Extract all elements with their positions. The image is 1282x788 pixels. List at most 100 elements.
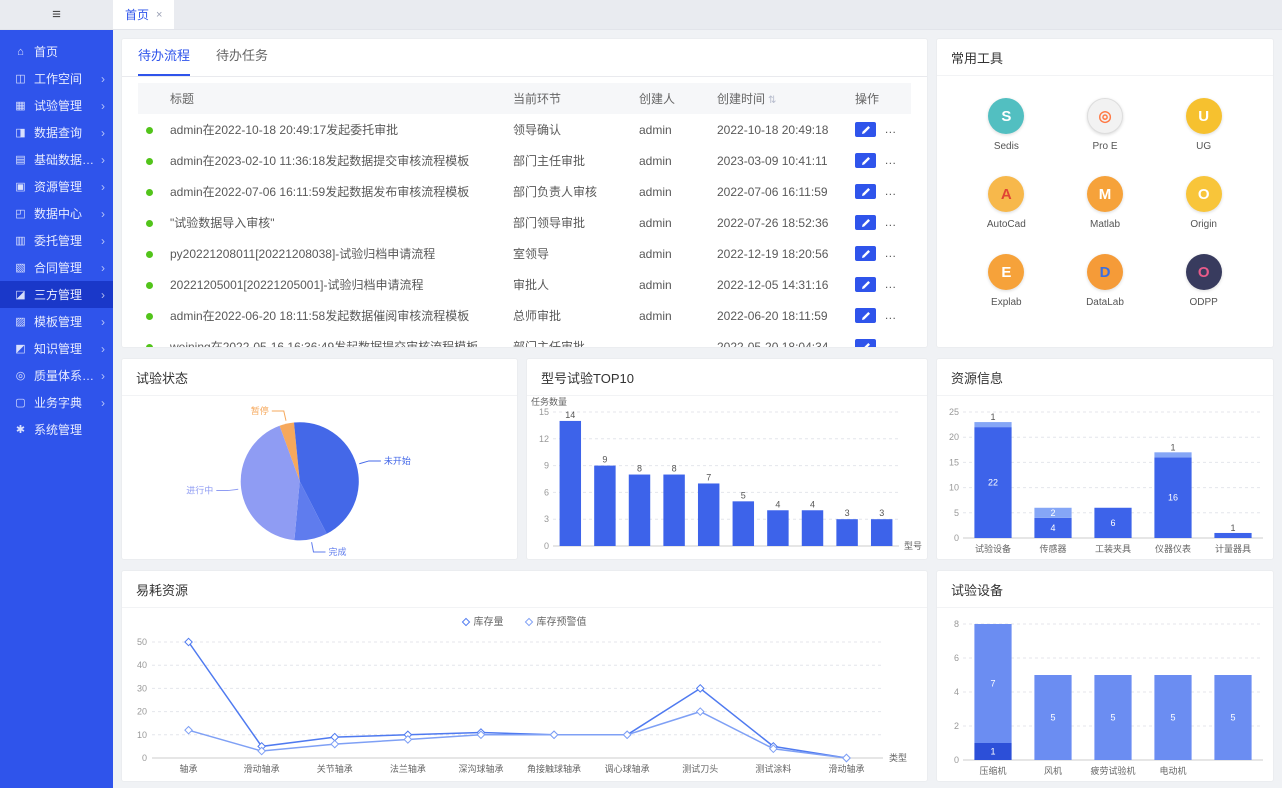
tool-label: AutoCad bbox=[987, 219, 1026, 230]
tab-close-icon[interactable]: × bbox=[156, 9, 162, 21]
sidebar-item-base-data[interactable]: ▤ 基础数据管理 › bbox=[0, 146, 113, 173]
pencil-icon bbox=[861, 249, 871, 259]
table-row[interactable]: 20221205001[20221205001]-试验归档申请流程 审批人 ad… bbox=[138, 269, 911, 300]
edit-button[interactable] bbox=[855, 153, 876, 168]
sidebar-item-contract-manage[interactable]: ▧ 合同管理 › bbox=[0, 254, 113, 281]
table-row[interactable]: admin在2022-07-06 16:11:59发起数据发布审核流程模板 部门… bbox=[138, 176, 911, 207]
tool-item-explab[interactable]: E Explab bbox=[957, 254, 1056, 308]
table-row[interactable]: "试验数据导入审核" 部门领导审批 admin 2022-07-26 18:52… bbox=[138, 207, 911, 238]
biz-dict-icon: ▢ bbox=[13, 396, 28, 409]
view-button[interactable] bbox=[884, 122, 905, 137]
sidebar-item-label: 工作空间 bbox=[34, 70, 99, 87]
svg-text:1: 1 bbox=[990, 412, 995, 422]
tool-item-pro-e[interactable]: ◎ Pro E bbox=[1056, 98, 1155, 152]
svg-text:0: 0 bbox=[954, 755, 959, 765]
tool-item-datalab[interactable]: D DataLab bbox=[1056, 254, 1155, 308]
sidebar-item-knowledge-manage[interactable]: ◩ 知识管理 › bbox=[0, 335, 113, 362]
legend-item-warning[interactable]: 库存预警值 bbox=[526, 613, 587, 628]
sidebar-item-quality-system[interactable]: ◎ 质量体系管理 › bbox=[0, 362, 113, 389]
svg-text:4: 4 bbox=[954, 687, 959, 697]
edit-button[interactable] bbox=[855, 339, 876, 348]
legend-item-stock[interactable]: 库存量 bbox=[463, 613, 504, 628]
view-button[interactable] bbox=[884, 308, 905, 323]
sidebar-item-data-center[interactable]: ◰ 数据中心 › bbox=[0, 200, 113, 227]
tab-todo-process[interactable]: 待办流程 bbox=[138, 45, 190, 76]
edit-button[interactable] bbox=[855, 308, 876, 323]
row-title: py20221208011[20221208038]-试验归档申请流程 bbox=[162, 238, 505, 269]
consumable-line-chart: 01020304050轴承滑动轴承关节轴承法兰轴承深沟球轴承角接触球轴承调心球轴… bbox=[122, 632, 927, 780]
pencil-icon bbox=[861, 187, 871, 197]
sort-icon[interactable]: ⇅ bbox=[768, 95, 776, 106]
view-button[interactable] bbox=[884, 339, 905, 348]
edit-button[interactable] bbox=[855, 277, 876, 292]
sidebar-item-home[interactable]: ⌂ 首页 bbox=[0, 38, 113, 65]
svg-text:疲劳试验机: 疲劳试验机 bbox=[1090, 765, 1135, 776]
table-row[interactable]: admin在2022-06-20 18:11:58发起数据催阅审核流程模板 总师… bbox=[138, 300, 911, 331]
tab-todo-task[interactable]: 待办任务 bbox=[216, 45, 268, 76]
test-equipment-card: 试验设备 0246817压缩机5风机5疲劳试验机5电动机5 bbox=[936, 570, 1274, 782]
sidebar-item-workspace[interactable]: ◫ 工作空间 › bbox=[0, 65, 113, 92]
table-row[interactable]: py20221208011[20221208038]-试验归档申请流程 室领导 … bbox=[138, 238, 911, 269]
row-creator: admin bbox=[631, 269, 709, 300]
status-dot-icon bbox=[146, 158, 153, 165]
tools-card-title: 常用工具 bbox=[937, 39, 1273, 76]
sidebar-item-label: 首页 bbox=[34, 43, 103, 60]
pencil-icon bbox=[861, 342, 871, 348]
sidebar-item-entrust-manage[interactable]: ▥ 委托管理 › bbox=[0, 227, 113, 254]
status-dot-icon bbox=[146, 251, 153, 258]
row-step: 审批人 bbox=[505, 269, 631, 300]
svg-text:压缩机: 压缩机 bbox=[979, 765, 1006, 776]
third-party-icon: ◪ bbox=[13, 288, 28, 301]
sidebar-item-biz-dict[interactable]: ▢ 业务字典 › bbox=[0, 389, 113, 416]
svg-text:4: 4 bbox=[1050, 523, 1055, 533]
view-button[interactable] bbox=[884, 277, 905, 292]
view-button[interactable] bbox=[884, 246, 905, 261]
table-row[interactable]: admin在2023-02-10 11:36:18发起数据提交审核流程模板 部门… bbox=[138, 145, 911, 176]
status-dot-icon bbox=[146, 220, 153, 227]
knowledge-manage-icon: ◩ bbox=[13, 342, 28, 355]
todo-table-body: admin在2022-10-18 20:49:17发起委托审批 领导确认 adm… bbox=[138, 114, 911, 348]
view-button[interactable] bbox=[884, 184, 905, 199]
tools-grid: S Sedis ◎ Pro E U UG A AutoCad M Matlab … bbox=[937, 76, 1273, 330]
tool-item-matlab[interactable]: M Matlab bbox=[1056, 176, 1155, 230]
sidebar-item-label: 基础数据管理 bbox=[34, 151, 99, 168]
sidebar-item-template-manage[interactable]: ▨ 模板管理 › bbox=[0, 308, 113, 335]
sidebar-item-test-manage[interactable]: ▦ 试验管理 › bbox=[0, 92, 113, 119]
quality-system-icon: ◎ bbox=[13, 369, 28, 382]
sidebar-item-resource-manage[interactable]: ▣ 资源管理 › bbox=[0, 173, 113, 200]
view-button[interactable] bbox=[884, 215, 905, 230]
svg-text:关节轴承: 关节轴承 bbox=[317, 763, 353, 774]
svg-text:滑动轴承: 滑动轴承 bbox=[828, 763, 864, 774]
tool-item-odpp[interactable]: O ODPP bbox=[1154, 254, 1253, 308]
table-row[interactable]: admin在2022-10-18 20:49:17发起委托审批 领导确认 adm… bbox=[138, 114, 911, 145]
tool-item-ug[interactable]: U UG bbox=[1154, 98, 1253, 152]
row-title: admin在2022-10-18 20:49:17发起委托审批 bbox=[162, 114, 505, 145]
svg-text:类型: 类型 bbox=[889, 752, 907, 763]
status-column-header bbox=[138, 83, 162, 114]
status-dot-icon bbox=[146, 127, 153, 134]
edit-button[interactable] bbox=[855, 215, 876, 230]
matlab-icon: M bbox=[1087, 176, 1123, 212]
tool-item-origin[interactable]: O Origin bbox=[1154, 176, 1253, 230]
row-time: 2022-07-26 18:52:36 bbox=[709, 207, 847, 238]
svg-text:16: 16 bbox=[1168, 493, 1178, 503]
edit-button[interactable] bbox=[855, 122, 876, 137]
sidebar-item-third-party[interactable]: ◪ 三方管理 › bbox=[0, 281, 113, 308]
consumable-resource-title: 易耗资源 bbox=[122, 571, 927, 608]
view-button[interactable] bbox=[884, 153, 905, 168]
sidebar-item-data-query[interactable]: ◨ 数据查询 › bbox=[0, 119, 113, 146]
sidebar-item-system-manage[interactable]: ✱ 系统管理 bbox=[0, 416, 113, 443]
chevron-right-icon: › bbox=[101, 153, 105, 167]
edit-button[interactable] bbox=[855, 184, 876, 199]
tab-home[interactable]: 首页 × bbox=[113, 0, 174, 29]
tool-item-sedis[interactable]: S Sedis bbox=[957, 98, 1056, 152]
svg-text:3: 3 bbox=[879, 508, 884, 518]
sidebar-collapse-button[interactable]: ≡ bbox=[0, 0, 113, 29]
tool-label: Explab bbox=[991, 297, 1022, 308]
edit-button[interactable] bbox=[855, 246, 876, 261]
table-row[interactable]: weining在2022-05-16 16:36:49发起数据提交审核流程模板 … bbox=[138, 331, 911, 348]
time-column-header[interactable]: 创建时间⇅ bbox=[709, 83, 847, 114]
tool-item-autocad[interactable]: A AutoCad bbox=[957, 176, 1056, 230]
pencil-icon bbox=[861, 280, 871, 290]
diamond-marker-icon bbox=[461, 617, 469, 625]
